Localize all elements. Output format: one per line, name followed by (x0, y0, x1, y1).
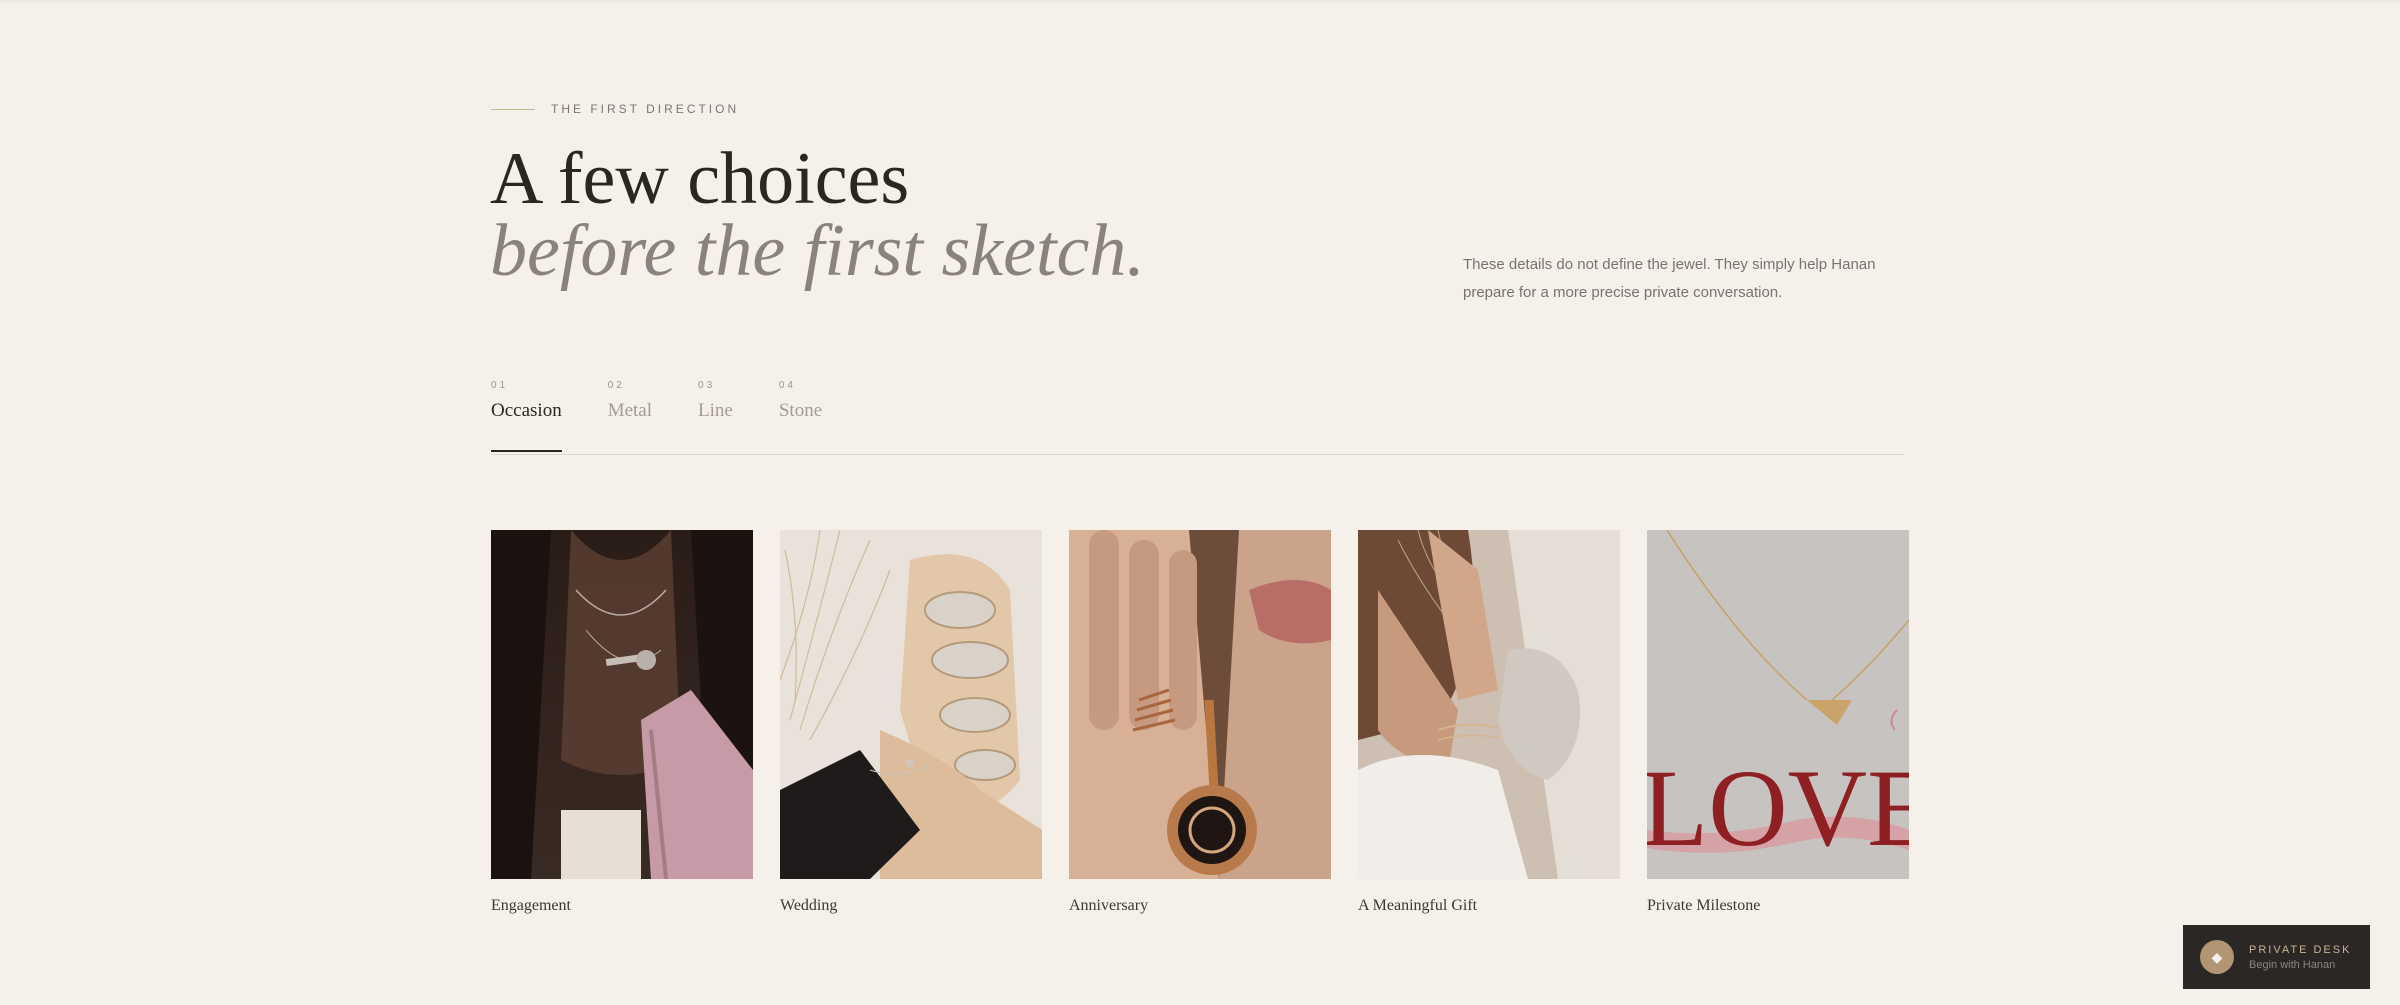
card-anniversary[interactable]: Anniversary (1069, 530, 1331, 915)
anklet-photo (780, 530, 1042, 879)
eyebrow-text: THE FIRST DIRECTION (551, 102, 740, 116)
top-shadow (0, 0, 2400, 4)
tab-number: 01 (491, 380, 509, 391)
diamond-icon: ◆ (2200, 940, 2234, 974)
card-label: Private Milestone (1647, 897, 1761, 914)
card-engagement[interactable]: Engagement (491, 530, 753, 915)
card-label: Wedding (780, 897, 838, 914)
tab-stone[interactable]: 04 Stone (779, 380, 822, 454)
card-label: Engagement (491, 897, 571, 914)
intro-note: These details do not define the jewel. T… (1463, 256, 1876, 301)
private-desk-title: PRIVATE DESK (2249, 943, 2352, 956)
title-line-1: A few choices (490, 138, 910, 220)
pendant-photo: LOVE (1647, 530, 1909, 879)
section-eyebrow: THE FIRST DIRECTION (491, 102, 739, 116)
necklace-photo (491, 530, 753, 879)
bracelets-photo (1358, 530, 1620, 879)
private-desk-button[interactable]: ◆ PRIVATE DESK Begin with Hanan (2183, 925, 2370, 989)
tab-number: 03 (698, 380, 716, 391)
card-label: Anniversary (1069, 897, 1149, 914)
page-title: A few choices before the first sketch. (490, 138, 1145, 292)
tab-label: Stone (778, 400, 823, 421)
occasion-cards: Engagement Wedding Anniversary A Meaning… (491, 530, 1909, 915)
love-print-text: LOVE (1647, 747, 1909, 869)
tab-label: Occasion (491, 400, 562, 421)
tab-number: 04 (778, 380, 796, 391)
tab-label: Metal (607, 400, 653, 421)
tab-label: Line (698, 400, 733, 421)
card-meaningful-gift[interactable]: A Meaningful Gift (1358, 530, 1620, 915)
eyebrow-rule (491, 108, 535, 110)
tab-number: 02 (607, 380, 625, 391)
card-label: A Meaningful Gift (1358, 897, 1478, 914)
card-wedding[interactable]: Wedding (780, 530, 1042, 915)
rings-photo (1069, 530, 1331, 879)
private-desk-subtitle: Begin with Hanan (2249, 958, 2336, 971)
tab-line[interactable]: 03 Line (698, 380, 733, 454)
card-private-milestone[interactable]: LOVE Private Milestone (1647, 530, 1909, 915)
tab-occasion[interactable]: 01 Occasion (491, 380, 562, 452)
step-tabs: 01 Occasion 02 Metal 03 Line 04 Stone (491, 380, 1904, 455)
tab-metal[interactable]: 02 Metal (608, 380, 652, 454)
title-line-2: before the first sketch. (490, 210, 1145, 292)
